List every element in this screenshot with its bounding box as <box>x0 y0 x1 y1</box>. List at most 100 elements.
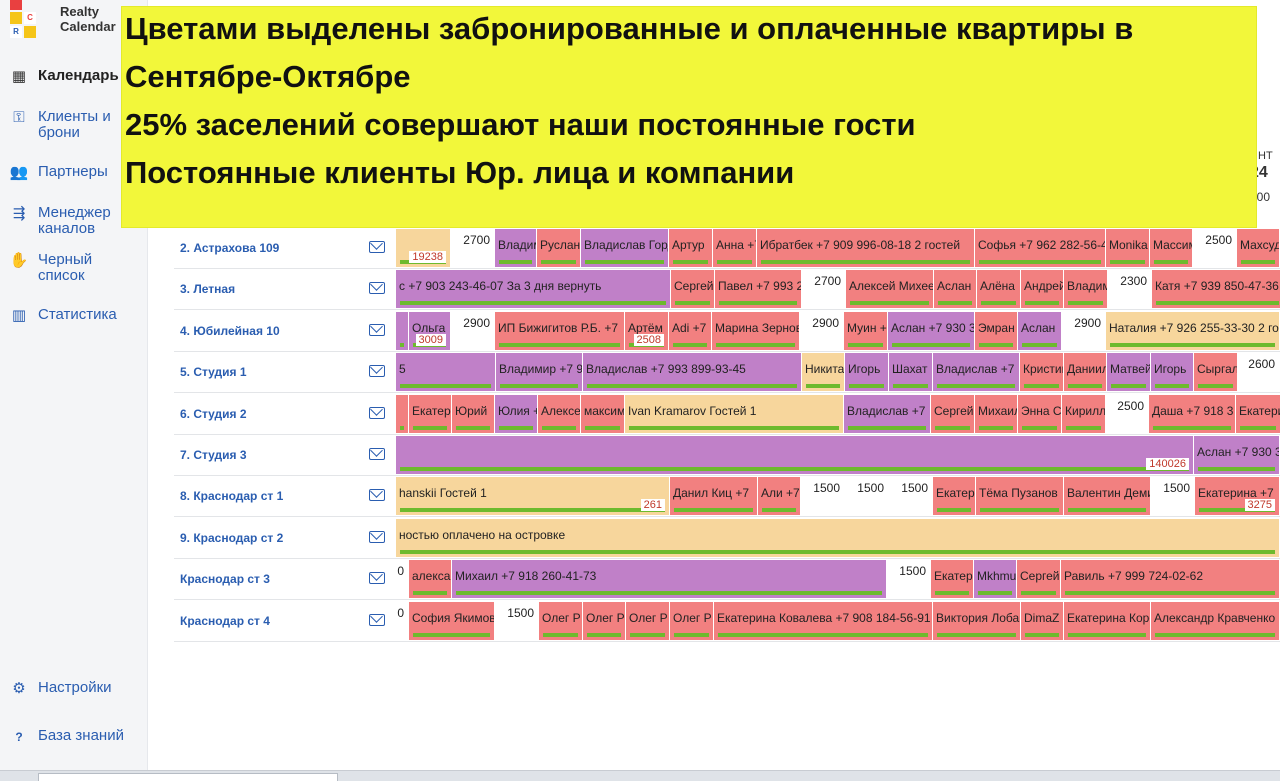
booking-cell[interactable]: Сергей <box>1017 560 1061 599</box>
booking-cell[interactable]: Юлия +7 <box>495 394 538 433</box>
booking-cell[interactable]: Игорь <box>1151 353 1194 392</box>
booking-cell[interactable] <box>396 394 409 433</box>
free-price-cell[interactable]: 1500 <box>887 560 931 599</box>
booking-cell[interactable]: Владислав Гордеев <box>581 229 669 267</box>
room-name[interactable]: 2. Астрахова 109 <box>180 241 279 255</box>
booking-cell[interactable]: Monika <box>1106 229 1150 267</box>
booking-cell[interactable]: Андрей <box>1021 270 1064 309</box>
booking-cell[interactable]: Ivan Kramarov Гостей 1 <box>625 394 844 433</box>
booking-cell[interactable]: алекса <box>409 560 452 599</box>
booking-cell[interactable]: Екатерина +7 3275 <box>1195 477 1280 516</box>
free-price-cell[interactable]: 2300 <box>1108 270 1152 309</box>
booking-cell[interactable]: 140026 <box>396 436 1194 474</box>
booking-cell[interactable]: Даша +7 918 3 <box>1149 394 1236 433</box>
booking-cell[interactable]: Энна С <box>1018 394 1062 433</box>
booking-cell[interactable]: 19238 <box>396 229 451 267</box>
booking-cell[interactable]: Александр Кравченко <box>1151 601 1280 640</box>
booking-cell[interactable]: Софья +7 962 282-56-44 <box>975 229 1106 267</box>
sidebar-bottom-item-1[interactable]: ? База знаний <box>0 728 148 745</box>
mail-icon[interactable] <box>369 323 385 336</box>
booking-cell[interactable]: максим <box>581 394 625 433</box>
taskbar-search-input[interactable] <box>38 773 338 781</box>
mail-icon[interactable] <box>369 613 385 626</box>
booking-cell[interactable]: Олег Р <box>583 601 626 640</box>
booking-cell[interactable]: Али +7 <box>758 477 801 516</box>
mail-icon[interactable] <box>369 489 385 502</box>
booking-cell[interactable]: Аслан +7 930 3 <box>1194 436 1280 474</box>
room-name[interactable]: 3. Летная <box>180 282 235 296</box>
booking-cell[interactable]: Владислав +7 <box>844 394 931 433</box>
booking-cell[interactable]: Муин +7 <box>844 311 888 350</box>
booking-cell[interactable]: Ольга 3009 <box>409 311 451 350</box>
booking-cell[interactable]: Екатерина <box>931 560 974 599</box>
booking-cell[interactable]: Эмран <box>975 311 1018 350</box>
booking-cell[interactable]: Олег Р <box>626 601 670 640</box>
booking-cell[interactable]: Юрий <box>452 394 495 433</box>
booking-cell[interactable]: ИП Бижигитов Р.Б. +7 <box>495 311 625 350</box>
free-price-cell[interactable]: 1500 <box>495 601 539 640</box>
booking-cell[interactable]: Владислав +7 <box>933 353 1020 392</box>
booking-cell[interactable]: Тёма Пузанов <box>976 477 1064 516</box>
free-price-cell[interactable]: 2700 <box>802 270 846 309</box>
booking-cell[interactable]: Adi +7 <box>669 311 712 350</box>
booking-cell[interactable]: Павел +7 993 2 <box>715 270 802 309</box>
mail-icon[interactable] <box>369 572 385 585</box>
free-price-cell[interactable]: 0 <box>396 560 409 599</box>
booking-cell[interactable]: Владимир <box>1064 270 1108 309</box>
booking-cell[interactable]: Кирилл <box>1062 394 1106 433</box>
free-price-cell[interactable]: 1500 <box>845 477 889 516</box>
booking-cell[interactable]: Анна +7 <box>713 229 757 267</box>
booking-cell[interactable]: Данил Киц +7 <box>670 477 758 516</box>
booking-cell[interactable]: Сергей <box>931 394 975 433</box>
booking-cell[interactable]: Руслан <box>537 229 581 267</box>
room-name[interactable]: Краснодар ст 4 <box>180 614 270 628</box>
booking-cell[interactable]: Ибратбек +7 909 996-08-18 2 гостей <box>757 229 975 267</box>
sidebar-item-4[interactable]: ✋ Черный список <box>0 252 148 284</box>
mail-icon[interactable] <box>369 406 385 419</box>
booking-cell[interactable]: Владимир +7 9 <box>496 353 583 392</box>
booking-cell[interactable]: Алексей <box>538 394 581 433</box>
room-name[interactable]: 8. Краснодар ст 1 <box>180 489 283 503</box>
booking-cell[interactable]: Михаил +7 918 260-41-73 <box>452 560 887 599</box>
booking-cell[interactable]: Олег Р <box>539 601 583 640</box>
room-name[interactable]: 6. Студия 2 <box>180 407 247 421</box>
booking-cell[interactable]: Сергей <box>671 270 715 309</box>
booking-cell[interactable]: hanskii Гостей 1 261 <box>396 477 670 516</box>
booking-cell[interactable]: София Якимова <box>409 601 495 640</box>
booking-cell[interactable]: Аслан <box>934 270 977 309</box>
booking-cell[interactable]: Махсуд <box>1237 229 1280 267</box>
mail-icon[interactable] <box>369 282 385 295</box>
free-price-cell[interactable]: 2500 <box>1106 394 1149 433</box>
booking-cell[interactable]: Екатерина <box>1236 394 1280 433</box>
booking-cell[interactable] <box>396 311 409 350</box>
free-price-cell[interactable]: 2500 <box>1193 229 1237 267</box>
room-name[interactable]: 7. Студия 3 <box>180 448 247 462</box>
free-price-cell[interactable]: 2900 <box>1062 311 1106 350</box>
booking-cell[interactable]: DimaZ <box>1021 601 1064 640</box>
booking-cell[interactable]: Равиль +7 999 724-02-62 <box>1061 560 1280 599</box>
booking-cell[interactable]: Кристина <box>1020 353 1064 392</box>
booking-cell[interactable]: Екатерина Ковалева +7 908 184-56-91 <box>714 601 933 640</box>
booking-cell[interactable]: Артур <box>669 229 713 267</box>
booking-cell[interactable]: Алексей Михеев <box>846 270 934 309</box>
booking-cell[interactable]: Екатерина Королёва <box>1064 601 1151 640</box>
booking-cell[interactable]: Катя +7 939 850-47-36 <box>1152 270 1280 309</box>
booking-cell[interactable]: Никита <box>802 353 845 392</box>
booking-cell[interactable]: Валентин Демин <box>1064 477 1151 516</box>
free-price-cell[interactable]: 2900 <box>800 311 844 350</box>
booking-cell[interactable]: Олег Р <box>670 601 714 640</box>
booking-cell[interactable]: Владислав +7 993 899-93-45 <box>583 353 802 392</box>
booking-cell[interactable]: Алёна <box>977 270 1021 309</box>
booking-cell[interactable]: Наталия +7 926 255-33-30 2 гостей <box>1106 311 1280 350</box>
booking-cell[interactable]: Mkhmud <box>974 560 1017 599</box>
booking-cell[interactable]: Артём 2508 <box>625 311 669 350</box>
booking-cell[interactable]: Виктория Лобанова <box>933 601 1021 640</box>
booking-cell[interactable]: Аслан <box>1018 311 1062 350</box>
room-name[interactable]: 4. Юбилейная 10 <box>180 324 280 338</box>
booking-cell[interactable]: Михаил <box>975 394 1018 433</box>
booking-cell[interactable]: Аслан +7 930 3 <box>888 311 975 350</box>
booking-cell[interactable]: Владимир <box>495 229 537 267</box>
sidebar-bottom-item-0[interactable]: ⚙ Настройки <box>0 680 148 697</box>
booking-cell[interactable]: Сыргалы <box>1194 353 1238 392</box>
booking-cell[interactable]: 5 <box>396 353 496 392</box>
